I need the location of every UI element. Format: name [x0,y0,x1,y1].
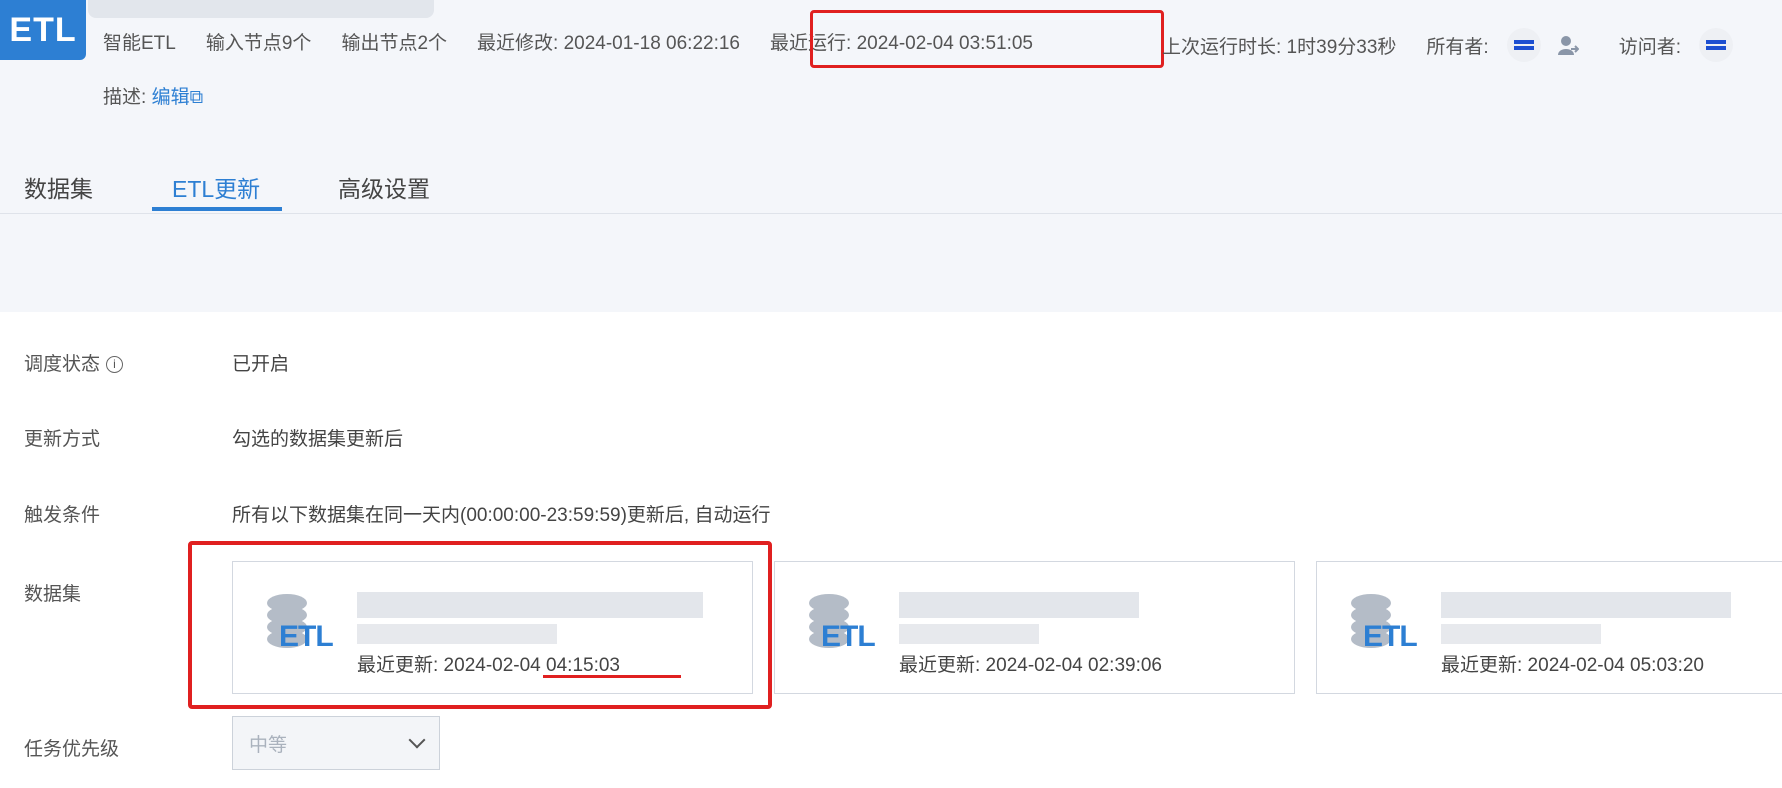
tab-etl-update[interactable]: ETL更新 [172,170,260,204]
owner-label: 所有者: [1426,36,1489,58]
datasets-label: 数据集 [24,584,82,605]
database-etl-icon: ETL [809,592,879,662]
tab-advanced-settings[interactable]: 高级设置 [338,170,430,204]
etl-type-label: 智能ETL [103,32,176,54]
description-edit-link[interactable]: 编辑⧉ [152,87,204,108]
tab-bar: 数据集 ETL更新 高级设置 [0,156,1782,214]
priority-select-value: 中等 [249,734,288,756]
dataset-card[interactable]: ETL 最近更新: 2024-02-04 05:03:20 [1316,561,1782,694]
dataset-updated-time: 最近更新: 2024-02-04 02:39:06 [899,655,1162,676]
priority-select[interactable]: 中等 [232,716,440,770]
dataset-highlight [188,541,772,709]
info-icon[interactable]: i [106,356,124,374]
dataset-updated-time: 最近更新: 2024-02-04 05:03:20 [1441,655,1704,676]
redacted-title [88,0,434,18]
edit-icon: ⧉ [189,87,204,108]
etl-logo: ETL [0,0,86,60]
chevron-down-icon [408,731,426,749]
update-mode-label: 更新方式 [24,429,101,450]
last-run-highlight [810,10,1164,68]
last-modified: 最近修改: 2024-01-18 06:22:16 [477,32,741,54]
dataset-card[interactable]: ETL 最近更新: 2024-02-04 02:39:06 [774,561,1295,694]
visitor-avatar[interactable] [1698,28,1733,62]
output-nodes-count: 输出节点2个 [341,32,448,54]
schedule-status-label: 调度状态 i [24,349,124,376]
owner-avatar[interactable] [1506,28,1541,62]
update-mode-value: 勾选的数据集更新后 [232,429,404,450]
schedule-status-value: 已开启 [232,354,290,375]
active-tab-indicator [152,207,282,211]
priority-label: 任务优先级 [24,739,120,760]
redacted-dataset-meta [1441,624,1601,644]
share-user-icon[interactable] [1555,32,1581,58]
tab-datasets[interactable]: 数据集 [24,170,93,204]
database-etl-icon: ETL [1351,592,1421,662]
redacted-dataset-name [1441,592,1731,618]
meta-bar-right: 上次运行时长: 1时39分33秒 所有者: 访问者: [1162,28,1747,62]
redacted-dataset-name [899,592,1139,618]
input-nodes-count: 输入节点9个 [205,32,312,54]
trigger-condition-label: 触发条件 [24,505,101,526]
description-label: 描述: [103,87,152,108]
trigger-condition-value: 所有以下数据集在同一天内(00:00:00-23:59:59)更新后, 自动运行 [232,505,771,526]
visitor-label: 访问者: [1618,36,1681,58]
description-row: 描述: 编辑⧉ [103,82,203,109]
redacted-dataset-meta [899,624,1039,644]
updated-time-underline [543,675,681,678]
last-duration: 上次运行时长: 1时39分33秒 [1162,36,1397,58]
